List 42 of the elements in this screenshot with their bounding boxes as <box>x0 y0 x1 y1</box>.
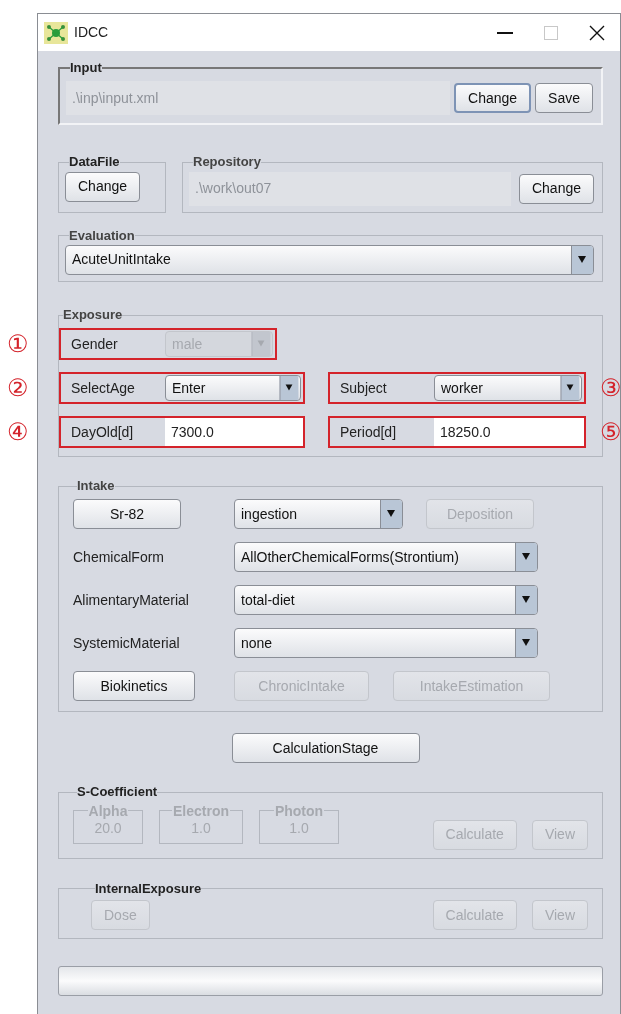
button[interactable]: Change <box>65 171 141 202</box>
group-title: Exposure <box>63 307 123 323</box>
group-title: Evaluation <box>69 228 135 243</box>
dropdown[interactable]: worker <box>434 375 582 402</box>
dropdown[interactable]: none <box>234 628 538 659</box>
field-label: DayOld[d] <box>70 422 135 442</box>
app-icon <box>44 21 68 44</box>
button[interactable]: CalculationStage <box>231 733 420 764</box>
group-title: Repository <box>193 155 261 170</box>
group-title: InternalExposure <box>95 881 202 897</box>
maximize-icon <box>544 25 558 40</box>
button[interactable]: Change <box>454 83 532 114</box>
group-title: DataFile <box>69 155 120 170</box>
field-label: Period[d] <box>339 422 398 442</box>
dropdown[interactable]: AcuteUnitIntake <box>65 244 594 275</box>
input-field[interactable]: 7300.0 <box>165 418 303 447</box>
callout-number: ⑤ <box>600 420 621 445</box>
group-title: Intake <box>77 479 115 494</box>
callout-number: ③ <box>600 376 621 401</box>
button[interactable]: Biokinetics <box>73 671 195 702</box>
group-title: Input <box>70 61 102 76</box>
field-label: ChemicalForm <box>73 548 165 567</box>
dropdown[interactable]: ingestion <box>234 499 403 530</box>
callout-number: ① <box>7 332 29 357</box>
field-label: Subject <box>339 378 388 398</box>
field-label: SelectAge <box>70 378 136 398</box>
button[interactable]: Change <box>518 173 594 204</box>
dropdown[interactable]: total-diet <box>234 585 538 616</box>
dropdown[interactable]: AllOtherChemicalForms(Strontium) <box>234 542 538 573</box>
field-label: AlimentaryMaterial <box>73 591 190 610</box>
input-field[interactable]: 18250.0 <box>434 418 584 447</box>
group-title: S-Coefficient <box>77 785 158 800</box>
field-label: Gender <box>70 334 119 354</box>
button[interactable]: Sr-82 <box>73 499 181 530</box>
callout-number: ④ <box>7 420 29 445</box>
close-icon <box>589 24 605 41</box>
dropdown[interactable]: Enter <box>165 375 301 402</box>
window-title: IDCC <box>74 23 110 42</box>
button[interactable]: Save <box>535 83 593 114</box>
callout-number: ② <box>7 376 29 401</box>
field-label: SystemicMaterial <box>73 634 181 653</box>
minimize-icon <box>497 31 513 34</box>
